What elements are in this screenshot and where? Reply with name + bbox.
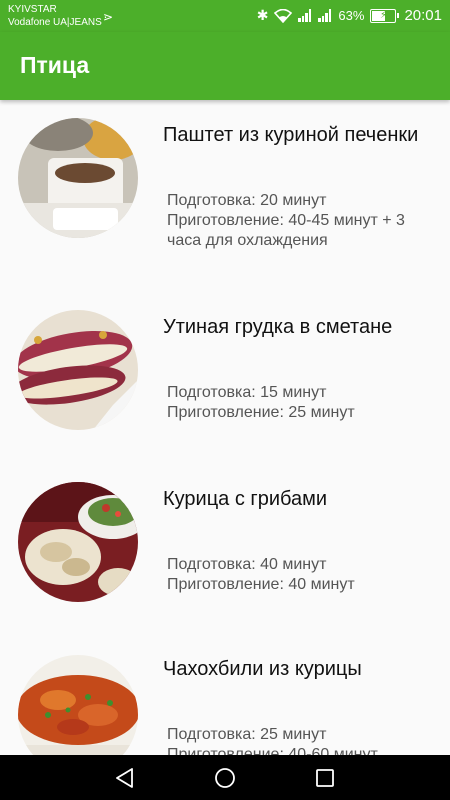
recipe-cook-time: Приготовление: 40-60 минут [167,746,378,755]
recipe-thumbnail [18,310,138,430]
navigation-bar [0,755,450,800]
recipe-item-chicken-mushrooms[interactable]: Курица с грибами Подготовка: 40 минут Пр… [0,440,450,610]
carrier-info: KYIVSTAR Vodafone UA|JEANS [8,3,102,29]
recipe-cook-time: Приготовление: 40-45 минут + 3 часа для … [167,212,405,249]
recipe-item-pate[interactable]: Паштет из куриной печенки Подготовка: 20… [0,100,450,270]
recipe-thumbnail [18,118,138,238]
recipe-title: Утиная грудка в сметане [163,316,393,338]
carrier-line-1: KYIVSTAR [8,4,57,15]
recipe-title: Паштет из куриной печенки [163,124,419,146]
recipe-title: Чахохбили из курицы [163,658,362,680]
data-saver-icon: ⋗ [103,10,114,24]
back-icon[interactable] [114,767,136,789]
signal-icon-2 [318,9,332,22]
recipe-title: Курица с грибами [163,488,328,510]
signal-icon [298,9,312,22]
home-icon[interactable] [214,767,236,789]
recipe-thumbnail [18,482,138,602]
recipe-cook-time: Приготовление: 40 минут [167,576,355,593]
recipe-prep-time: Подготовка: 15 минут [167,384,327,401]
recipe-cook-time: Приготовление: 25 минут [167,404,355,421]
recipe-list[interactable]: Паштет из куриной печенки Подготовка: 20… [0,100,450,755]
recipe-prep-time: Подготовка: 20 минут [167,192,327,209]
page-title: Птица [20,52,90,78]
recipe-item-chakhokhbili[interactable]: Чахохбили из курицы Подготовка: 25 минут… [0,610,450,755]
battery-percent: 63% [338,8,365,23]
wifi-icon [274,8,293,23]
recent-apps-icon[interactable] [314,767,336,789]
recipe-item-duck[interactable]: Утиная грудка в сметане Подготовка: 15 м… [0,270,450,440]
clock: 20:01 [404,7,442,24]
status-bar: KYIVSTAR Vodafone UA|JEANS ⋗ ✱ 63% ⚡ 20:… [0,0,450,32]
recipe-prep-time: Подготовка: 40 минут [167,556,327,573]
recipe-prep-time: Подготовка: 25 минут [167,726,327,743]
recipe-thumbnail [18,655,138,755]
status-icons: ✱ 63% ⚡ 20:01 [257,7,442,24]
bluetooth-icon: ✱ [256,7,269,23]
carrier-line-2: Vodafone UA|JEANS [8,17,102,28]
app-bar: Птица [0,32,450,100]
battery-icon: ⚡ [370,8,400,23]
